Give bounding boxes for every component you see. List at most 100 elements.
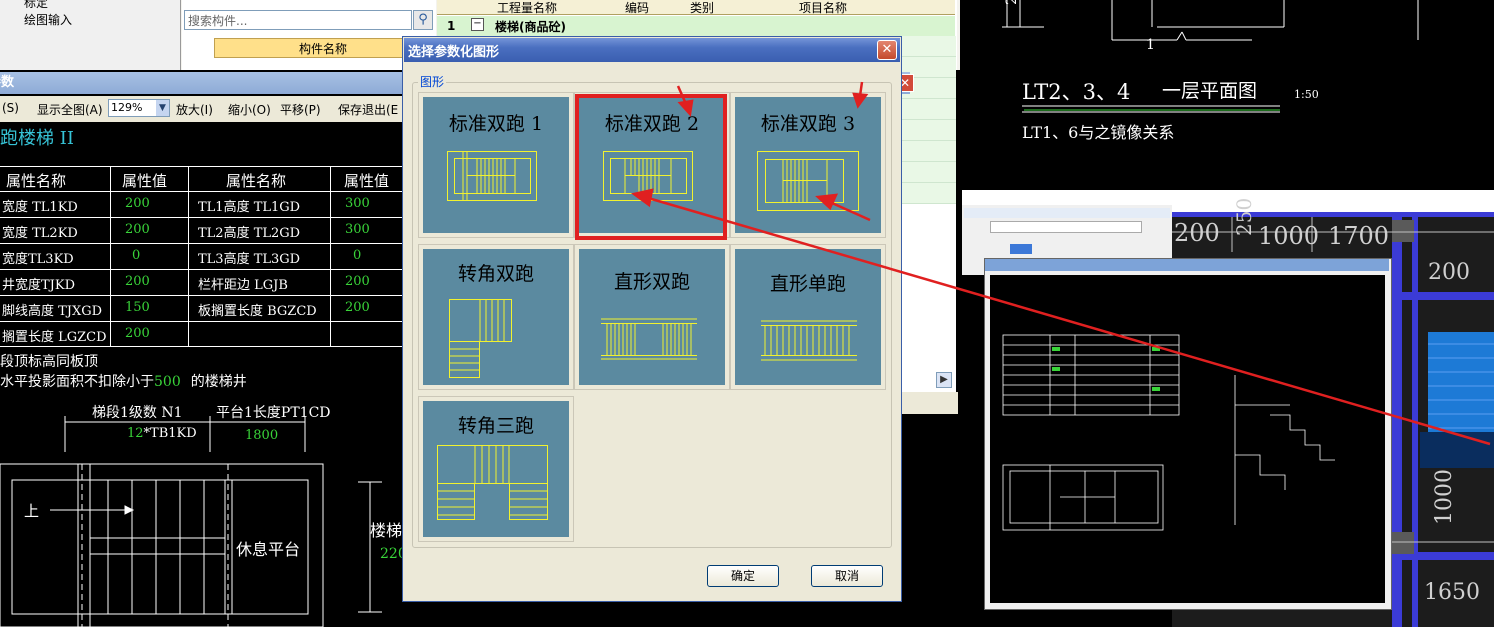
close-icon[interactable]: ✕ [877, 40, 897, 60]
prop-value[interactable]: 200 [125, 326, 150, 341]
dim-label: 200 [1174, 219, 1220, 247]
dim-label: 1000 [1432, 469, 1457, 525]
prop-value[interactable]: 300 [345, 196, 370, 211]
ok-button[interactable]: 确定 [707, 565, 779, 587]
stair-straight-double-icon [601, 318, 697, 360]
prop-value[interactable]: 200 [125, 222, 150, 237]
shape-tile-standard-double-3[interactable]: 标准双跑 3 [730, 92, 886, 238]
embedded-param-drawing [1002, 334, 1335, 531]
scroll-right-icon[interactable]: ▶ [936, 372, 952, 388]
stair-double-icon [757, 151, 859, 211]
tile-label: 标准双跑 1 [448, 113, 544, 135]
prop-value[interactable]: 200 [345, 274, 370, 289]
prop-name: 宽度 TL1KD [2, 200, 78, 215]
param-toolbar: (S) 显示全图(A) 放大(I) 缩小(O) 平移(P) 保存退出(E [0, 96, 405, 123]
shape-group-label: 图形 [418, 73, 447, 90]
cancel-button[interactable]: 取消 [811, 565, 883, 587]
prop-name: 宽度 TL2KD [2, 226, 78, 241]
grid-header: 工程量名称 编码 类别 项目名称 [437, 0, 955, 15]
prop-value[interactable]: 150 [125, 300, 150, 315]
prop-name: TL2高度 TL2GD [198, 226, 301, 241]
save-exit-button[interactable]: 保存退出(E [338, 101, 398, 118]
row-name: 楼梯(商品砼) [495, 20, 566, 34]
param-cad-canvas-strip [902, 395, 960, 627]
plan-scale: 1:50 [1294, 88, 1319, 101]
grid-status-strip [902, 392, 958, 414]
tile-label: 转角三跑 [457, 415, 534, 437]
dialog-title: 选择参数化图形 [408, 45, 500, 60]
selection-highlight [575, 94, 727, 240]
component-search-input[interactable]: 搜索构件... [184, 10, 412, 30]
up-label: 上 [24, 502, 40, 520]
prop-value[interactable]: 0 [353, 248, 361, 263]
nav-item-drawing-input[interactable]: 绘图输入 [24, 11, 72, 28]
dim-label: 250 [1004, 0, 1020, 5]
nav-panel: 标定 绘图输入 [0, 0, 181, 70]
prop-value[interactable]: 200 [345, 300, 370, 315]
stair-label: 楼梯 [370, 521, 403, 540]
embedded-tree-item [1010, 244, 1032, 254]
stair-corner-icon [449, 299, 512, 378]
prop-value[interactable]: 0 [132, 248, 140, 263]
shape-tile-corner-double[interactable]: 转角双跑 [418, 244, 574, 390]
prop-value[interactable]: 200 [125, 196, 150, 211]
dim-label: 1700 [1328, 222, 1390, 250]
note-projection-area: 水平投影面积不扣除小于500 的楼梯井 [0, 374, 247, 390]
table-header: 属性值 [344, 172, 390, 190]
grid-row[interactable]: 1 − 楼梯(商品砼) [437, 16, 955, 36]
dim-label: 250 [1232, 197, 1256, 236]
param-heading: 跑楼梯 II [0, 128, 74, 149]
shape-tile-standard-double-1[interactable]: 标准双跑 1 [418, 92, 574, 238]
tile-label: 转角双跑 [457, 263, 534, 285]
shape-tile-straight-single[interactable]: 直形单跑 [730, 244, 886, 390]
mirror-note: LT1、6与之镜像关系 [1022, 123, 1175, 142]
table-header: 属性名称 [6, 172, 67, 190]
grid-header-item-name[interactable]: 项目名称 [799, 0, 847, 16]
prop-name: 栏杆距边 LGJB [198, 278, 288, 293]
shape-tile-straight-double[interactable]: 直形双跑 [574, 244, 730, 390]
stair-plan-drawing [0, 416, 382, 627]
row-number: 1 [447, 19, 456, 33]
prop-name: 脚线高度 TJXGD [2, 304, 103, 319]
plan-subtitle: 一层平面图 [1162, 80, 1258, 102]
zoom-in-button[interactable]: 放大(I) [176, 101, 213, 118]
param-window-title: 参数 [0, 75, 15, 90]
tile-label: 标准双跑 3 [760, 113, 856, 135]
property-table: 属性名称 属性值 属性名称 属性值 宽度 TL1KD 200 TL1高度 TL1… [0, 166, 410, 348]
pan-button[interactable]: 平移(P) [280, 101, 321, 118]
dim-label: 1650 [1424, 580, 1480, 605]
prop-name: 搁置长度 LGZCD [2, 330, 107, 345]
prop-name: TL1高度 TL1GD [198, 200, 301, 215]
collapse-icon[interactable]: − [471, 18, 484, 31]
embedded-search [990, 221, 1142, 233]
stair-corner-triple-icon [437, 445, 548, 520]
prop-name: 宽度TL3KD [2, 252, 74, 267]
stair-double-icon [447, 151, 537, 201]
grid-header-code[interactable]: 编码 [625, 0, 649, 16]
zoom-out-button[interactable]: 缩小(O) [228, 101, 271, 118]
table-header: 属性名称 [226, 172, 287, 190]
search-icon[interactable]: ⚲ [413, 10, 433, 30]
prop-name: TL3高度 TL3GD [198, 252, 301, 267]
tile-label: 直形单跑 [769, 273, 846, 295]
shape-tile-corner-triple[interactable]: 转角三跑 [418, 396, 574, 542]
grid-header-category[interactable]: 类别 [690, 0, 714, 16]
embedded-toolbar [964, 208, 1170, 218]
table-header: 属性值 [122, 172, 168, 190]
landing-label: 休息平台 [236, 540, 301, 559]
nav-item-calibrate[interactable]: 标定 [24, 0, 48, 11]
component-name-column-header[interactable]: 构件名称 [214, 38, 432, 58]
prop-value[interactable]: 200 [125, 274, 150, 289]
grid-header-quantity-name[interactable]: 工程量名称 [497, 0, 557, 16]
dim-label: 1000 [1258, 222, 1320, 250]
prop-value[interactable]: 300 [345, 222, 370, 237]
note-stair-top-elevation: 段顶标高同板顶 [0, 354, 98, 370]
chevron-down-icon[interactable]: ▼ [156, 100, 169, 116]
stair-straight-single-icon [761, 320, 857, 361]
fit-all-button[interactable]: 显示全图(A) [37, 101, 103, 118]
dim-label: 200 [1428, 260, 1470, 285]
plan-title: LT2、3、4 [1022, 80, 1131, 104]
dim-label: 1 [1146, 37, 1155, 53]
embedded-param-titlebar [985, 259, 1389, 271]
toolbar-item-s[interactable]: (S) [2, 101, 19, 115]
